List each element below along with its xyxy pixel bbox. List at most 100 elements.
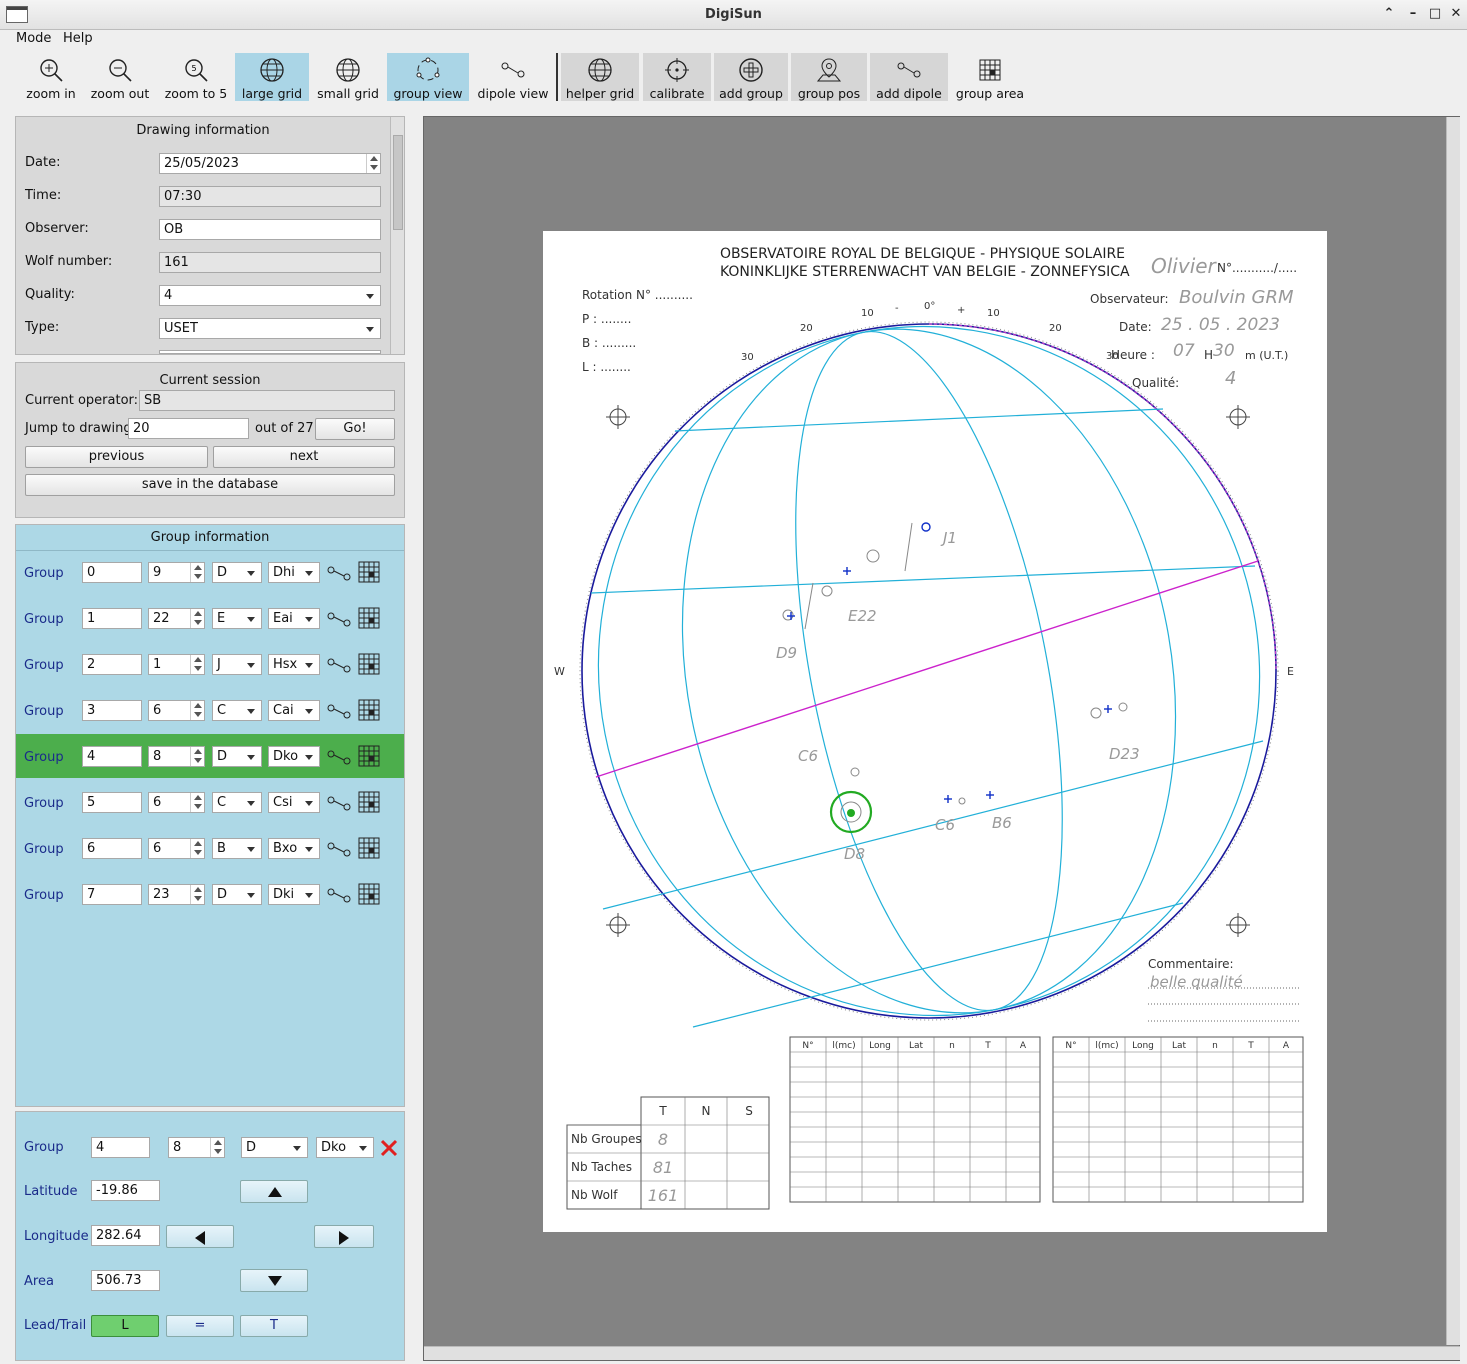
area-grid-icon[interactable] bbox=[358, 745, 380, 767]
minimize-icon[interactable]: – bbox=[1405, 6, 1421, 22]
next-button[interactable]: next bbox=[213, 446, 395, 468]
large-grid-button[interactable]: large grid bbox=[235, 53, 309, 101]
group-zurich-combo[interactable]: D bbox=[212, 562, 262, 583]
equal-button[interactable]: = bbox=[166, 1315, 234, 1337]
save-database-button[interactable]: save in the database bbox=[25, 474, 395, 496]
canvas-horizontal-scrollbar[interactable] bbox=[424, 1346, 1460, 1360]
group-row[interactable]: Group 6 6 B Bxo bbox=[16, 826, 404, 870]
scrollbar-thumb[interactable] bbox=[393, 135, 403, 230]
add-group-button[interactable]: add group bbox=[714, 53, 788, 101]
add-dipole-button[interactable]: add dipole bbox=[870, 53, 948, 101]
editor-group-id[interactable]: 4 bbox=[91, 1137, 150, 1158]
time-field[interactable]: 07:30 bbox=[159, 186, 381, 207]
group-mcintosh-combo[interactable]: Dhi bbox=[268, 562, 320, 583]
move-down-button[interactable] bbox=[240, 1269, 308, 1292]
date-spin-arrows-icon[interactable] bbox=[366, 154, 380, 173]
group-row[interactable]: Group 1 22 E Eai bbox=[16, 596, 404, 640]
drawing-info-scrollbar[interactable] bbox=[390, 117, 404, 354]
group-spots-spin[interactable]: 8 bbox=[148, 746, 205, 767]
group-area-button[interactable]: group area bbox=[953, 53, 1027, 101]
menu-help[interactable]: Help bbox=[63, 31, 93, 46]
type-combo[interactable]: USET bbox=[159, 318, 381, 339]
operator-field[interactable]: SB bbox=[139, 390, 395, 411]
spin-arrows-icon[interactable] bbox=[190, 839, 204, 858]
jump-field[interactable]: 20 bbox=[128, 418, 249, 439]
group-row[interactable]: Group 7 23 D Dki bbox=[16, 872, 404, 916]
spin-arrows-icon[interactable] bbox=[190, 747, 204, 766]
group-zurich-combo[interactable]: C bbox=[212, 700, 262, 721]
dipole-icon[interactable] bbox=[326, 792, 352, 814]
group-zurich-combo[interactable]: C bbox=[212, 792, 262, 813]
group-mcintosh-combo[interactable]: Eai bbox=[268, 608, 320, 629]
group-zurich-combo[interactable]: B bbox=[212, 838, 262, 859]
move-up-button[interactable] bbox=[240, 1180, 308, 1203]
dipole-icon[interactable] bbox=[326, 746, 352, 768]
group-id-field[interactable]: 0 bbox=[82, 562, 142, 583]
group-id-field[interactable]: 1 bbox=[82, 608, 142, 629]
editor-spots-spin[interactable]: 8 bbox=[168, 1137, 225, 1158]
spin-arrows-icon[interactable] bbox=[190, 609, 204, 628]
helper-grid-button[interactable]: helper grid bbox=[561, 53, 639, 101]
group-spots-spin[interactable]: 6 bbox=[148, 792, 205, 813]
spin-arrows-icon[interactable] bbox=[190, 885, 204, 904]
group-id-field[interactable]: 6 bbox=[82, 838, 142, 859]
move-left-button[interactable] bbox=[166, 1225, 234, 1248]
group-row[interactable]: Group 0 9 D Dhi bbox=[16, 550, 404, 594]
group-zurich-combo[interactable]: D bbox=[212, 884, 262, 905]
group-row[interactable]: Group 4 8 D Dko bbox=[16, 734, 404, 778]
area-grid-icon[interactable] bbox=[358, 837, 380, 859]
drawing-canvas[interactable]: OBSERVATOIRE ROYAL DE BELGIQUE - PHYSIQU… bbox=[423, 116, 1460, 1361]
group-zurich-combo[interactable]: E bbox=[212, 608, 262, 629]
group-spots-spin[interactable]: 1 bbox=[148, 654, 205, 675]
group-row[interactable]: Group 2 1 J Hsx bbox=[16, 642, 404, 686]
spin-arrows-icon[interactable] bbox=[210, 1138, 224, 1157]
chevron-up-icon[interactable]: ⌃ bbox=[1381, 6, 1397, 22]
dipole-view-button[interactable]: dipole view bbox=[475, 53, 551, 101]
group-row[interactable]: Group 5 6 C Csi bbox=[16, 780, 404, 824]
area-grid-icon[interactable] bbox=[358, 561, 380, 583]
group-mcintosh-combo[interactable]: Csi bbox=[268, 792, 320, 813]
area-grid-icon[interactable] bbox=[358, 791, 380, 813]
canvas-vertical-scrollbar[interactable] bbox=[1446, 117, 1460, 1345]
latitude-field[interactable]: -19.86 bbox=[91, 1180, 160, 1201]
dipole-icon[interactable] bbox=[326, 608, 352, 630]
dipole-icon[interactable] bbox=[326, 654, 352, 676]
group-zurich-combo[interactable]: J bbox=[212, 654, 262, 675]
group-spots-spin[interactable]: 23 bbox=[148, 884, 205, 905]
zoom-out-button[interactable]: zoom out bbox=[88, 53, 152, 101]
area-grid-icon[interactable] bbox=[358, 883, 380, 905]
longitude-field[interactable]: 282.64 bbox=[91, 1225, 160, 1246]
dipole-icon[interactable] bbox=[326, 884, 352, 906]
group-mcintosh-combo[interactable]: Dko bbox=[268, 746, 320, 767]
previous-button[interactable]: previous bbox=[25, 446, 208, 468]
group-spots-spin[interactable]: 9 bbox=[148, 562, 205, 583]
quality-combo[interactable]: 4 bbox=[159, 285, 381, 306]
editor-zurich-combo[interactable]: D bbox=[241, 1137, 308, 1158]
maximize-icon[interactable]: □ bbox=[1427, 6, 1443, 22]
group-id-field[interactable]: 2 bbox=[82, 654, 142, 675]
group-zurich-combo[interactable]: D bbox=[212, 746, 262, 767]
area-grid-icon[interactable] bbox=[358, 607, 380, 629]
group-mcintosh-combo[interactable]: Dki bbox=[268, 884, 320, 905]
move-right-button[interactable] bbox=[314, 1225, 374, 1248]
group-id-field[interactable]: 5 bbox=[82, 792, 142, 813]
area-grid-icon[interactable] bbox=[358, 653, 380, 675]
group-id-field[interactable]: 3 bbox=[82, 700, 142, 721]
group-view-button[interactable]: group view bbox=[387, 53, 469, 101]
area-grid-icon[interactable] bbox=[358, 699, 380, 721]
delete-group-icon[interactable] bbox=[379, 1138, 399, 1158]
area-field[interactable]: 506.73 bbox=[91, 1270, 160, 1291]
spin-arrows-icon[interactable] bbox=[190, 563, 204, 582]
dipole-icon[interactable] bbox=[326, 700, 352, 722]
spin-arrows-icon[interactable] bbox=[190, 655, 204, 674]
trail-button[interactable]: T bbox=[240, 1315, 308, 1337]
observer-field[interactable]: OB bbox=[159, 219, 381, 240]
group-mcintosh-combo[interactable]: Bxo bbox=[268, 838, 320, 859]
zoom-in-button[interactable]: zoom in bbox=[22, 53, 80, 101]
date-field[interactable]: 25/05/2023 bbox=[159, 153, 381, 174]
spin-arrows-icon[interactable] bbox=[190, 793, 204, 812]
drawing-sheet[interactable]: OBSERVATOIRE ROYAL DE BELGIQUE - PHYSIQU… bbox=[543, 231, 1327, 1232]
editor-mcintosh-combo[interactable]: Dko bbox=[316, 1137, 374, 1158]
close-icon[interactable]: ✕ bbox=[1448, 6, 1464, 22]
spin-arrows-icon[interactable] bbox=[190, 701, 204, 720]
